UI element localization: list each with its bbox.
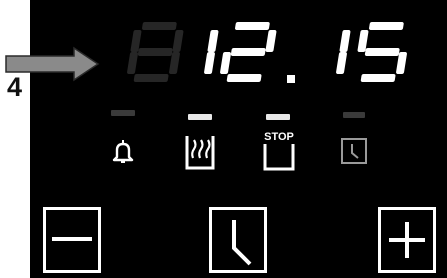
stop-label: STOP [264,131,294,143]
decimal-point [287,75,295,83]
plus-icon [389,222,425,258]
digit-minute-ones [357,22,407,82]
digit-hour-tens-segment-b [207,30,219,52]
digit-hour-ones-segment-a [235,22,270,30]
digit-minute-ones-segment-d [360,74,396,82]
bell-indicator [111,110,135,116]
digit-unused-segment-b [172,30,184,52]
digit-unused-segment-e [127,52,138,74]
cooking-indicator [188,114,212,120]
minus-button[interactable] [43,207,101,273]
digit-hour-ones-segment-g [230,48,266,56]
digit-minute-ones-segment-a [369,22,404,30]
digit-minute-tens-segment-c [336,52,347,74]
clock-icon [232,220,252,266]
digit-unused [127,22,184,82]
digit-hour-ones [220,22,277,82]
digit-unused-segment-a [142,22,177,30]
clock-indicator [343,112,365,118]
minus-icon [52,237,92,241]
plus-button[interactable] [378,207,436,273]
digit-unused-segment-d [133,74,169,82]
stop-icon: STOP [263,131,295,171]
clock-button[interactable] [209,207,267,273]
digit-minute-ones-segment-g [364,48,400,56]
digit-minute-tens [336,30,351,74]
bell-icon [112,140,134,163]
cooking-heat-icon [185,136,215,170]
digit-minute-tens-segment-b [339,30,351,52]
digit-hour-tens [204,30,219,74]
digit-hour-tens-segment-c [204,52,215,74]
digit-hour-ones-segment-b [265,30,277,52]
digit-hour-ones-segment-d [226,74,262,82]
stop-indicator [266,114,290,120]
digit-hour-ones-segment-e [220,52,231,74]
clock-icon [341,138,367,164]
digit-unused-segment-g [137,48,173,56]
